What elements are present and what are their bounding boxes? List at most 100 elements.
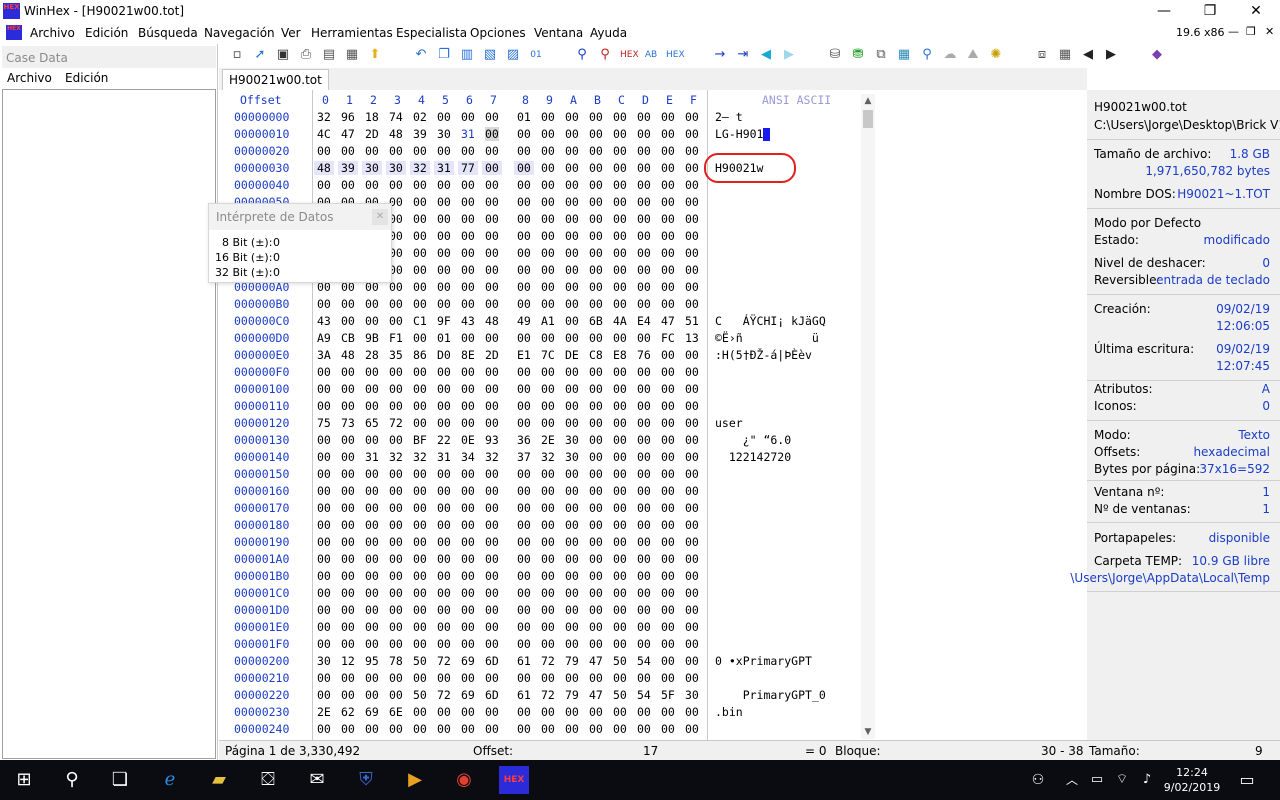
clipboard-icon[interactable]: ▨ — [505, 47, 521, 63]
disk-edit-icon[interactable]: ⛃ — [850, 47, 866, 63]
hex-byte[interactable]: 00 — [589, 263, 603, 277]
hex-byte[interactable]: 00 — [613, 603, 627, 617]
hex-byte[interactable]: 00 — [437, 518, 451, 532]
hex-byte[interactable]: 75 — [317, 416, 331, 430]
hex-byte[interactable]: 00 — [613, 195, 627, 209]
hex-byte[interactable]: 96 — [341, 110, 355, 124]
hex-byte[interactable]: 00 — [461, 144, 475, 158]
hex-byte[interactable]: 31 — [434, 161, 454, 175]
hex-byte[interactable]: 00 — [317, 484, 331, 498]
hex-byte[interactable]: 00 — [461, 195, 475, 209]
hex-byte[interactable]: 00 — [661, 450, 675, 464]
hex-byte[interactable]: CB — [341, 331, 355, 345]
hex-byte[interactable]: 00 — [637, 212, 651, 226]
battery-icon[interactable]: ▭ — [1083, 766, 1111, 794]
hex-byte[interactable]: 00 — [565, 705, 579, 719]
hex-byte[interactable]: 00 — [589, 365, 603, 379]
hex-byte[interactable]: 00 — [341, 586, 355, 600]
hex-byte[interactable]: 00 — [389, 467, 403, 481]
hex-byte[interactable]: 00 — [389, 535, 403, 549]
hex-byte[interactable]: 93 — [485, 433, 499, 447]
hex-byte[interactable]: 00 — [485, 212, 499, 226]
hex-byte[interactable]: 00 — [365, 178, 379, 192]
hex-row[interactable]: 00000200 30 12 95 78 50 72 69 6D 61 72 79 47 50 54 00 00… — [219, 654, 859, 671]
hex-editor[interactable]: Offset 0123456789ABCDEF ANSI ASCII 00000… — [219, 90, 876, 740]
hex-byte[interactable]: 00 — [317, 671, 331, 685]
hex-byte[interactable]: 00 — [461, 722, 475, 736]
mdi-close-button[interactable]: ✕ — [1265, 25, 1274, 38]
hex-byte[interactable]: 00 — [685, 195, 699, 209]
hex-byte[interactable]: 00 — [461, 467, 475, 481]
hex-byte[interactable]: 00 — [413, 178, 427, 192]
hex-byte[interactable]: 00 — [541, 297, 555, 311]
mail-icon[interactable]: ✉ — [303, 766, 331, 794]
hex-scrollbar[interactable]: ▲ ▼ — [861, 94, 875, 739]
hex-byte[interactable]: E1 — [517, 348, 531, 362]
hex-byte[interactable]: 00 — [341, 620, 355, 634]
hex-byte[interactable]: 00 — [437, 280, 451, 294]
help-icon[interactable]: ◆ — [1149, 47, 1165, 63]
hex-byte[interactable]: 00 — [365, 637, 379, 651]
hex-byte[interactable]: 72 — [437, 654, 451, 668]
hex-byte[interactable]: 00 — [485, 501, 499, 515]
hex-byte[interactable]: 00 — [541, 399, 555, 413]
hex-row[interactable]: 00000220 00 00 00 00 50 72 69 6D 61 72 79 47 50 54 5F 30… — [219, 688, 859, 705]
hex-byte[interactable]: 2E — [541, 433, 555, 447]
hex-byte[interactable]: 00 — [461, 229, 475, 243]
hex-byte[interactable]: 00 — [461, 552, 475, 566]
hex-row[interactable]: 00000210 00 00 00 00 00 00 00 00 00 00 00 00 00 00 00 00 — [219, 671, 859, 688]
scroll-thumb[interactable] — [863, 110, 873, 128]
hex-byte[interactable]: 00 — [541, 535, 555, 549]
hex-byte[interactable]: 00 — [685, 229, 699, 243]
hex-byte[interactable]: 00 — [685, 399, 699, 413]
hex-byte[interactable]: 00 — [637, 195, 651, 209]
hex-byte[interactable]: 00 — [685, 586, 699, 600]
hex-byte[interactable]: 00 — [661, 569, 675, 583]
hex-byte[interactable]: 00 — [613, 246, 627, 260]
hex-byte[interactable]: 00 — [485, 280, 499, 294]
hex-byte[interactable]: 00 — [437, 178, 451, 192]
hex-byte[interactable]: 00 — [437, 365, 451, 379]
hex-byte[interactable]: 00 — [317, 450, 331, 464]
hex-byte[interactable]: 00 — [389, 144, 403, 158]
hex-byte[interactable]: 00 — [341, 552, 355, 566]
hex-byte[interactable]: 00 — [685, 484, 699, 498]
hex-byte[interactable]: A9 — [317, 331, 331, 345]
hex-byte[interactable]: 00 — [565, 110, 579, 124]
hex-byte[interactable]: 00 — [413, 399, 427, 413]
notification-icon[interactable]: ▭ — [1233, 766, 1261, 794]
hex-byte[interactable]: 12 — [341, 654, 355, 668]
windows-start-icon[interactable]: ⊞ — [10, 766, 38, 794]
hex-byte[interactable]: 8E — [461, 348, 475, 362]
hex-byte[interactable]: 00 — [565, 314, 579, 328]
hex-byte[interactable]: 00 — [365, 382, 379, 396]
hex-byte[interactable]: 74 — [389, 110, 403, 124]
hex-byte[interactable]: 00 — [685, 671, 699, 685]
hex-byte[interactable]: 00 — [317, 144, 331, 158]
hex-byte[interactable]: 00 — [637, 416, 651, 430]
hex-byte[interactable]: 00 — [661, 280, 675, 294]
hex-byte[interactable]: 00 — [661, 671, 675, 685]
hex-byte[interactable]: 37 — [517, 450, 531, 464]
search-icon[interactable]: ⚲ — [58, 766, 86, 794]
hex-byte[interactable]: 00 — [517, 586, 531, 600]
hex-byte[interactable]: 00 — [517, 297, 531, 311]
hex-byte[interactable]: 69 — [365, 705, 379, 719]
hex-byte[interactable]: 00 — [389, 722, 403, 736]
hex-byte[interactable]: 00 — [437, 705, 451, 719]
hex-byte[interactable]: 00 — [637, 144, 651, 158]
hex-row[interactable]: 00000130 00 00 00 00 BF 22 0E 93 36 2E 30 00 00 00 00 00… — [219, 433, 859, 450]
hex-byte[interactable]: 00 — [461, 263, 475, 277]
hex-byte[interactable]: 00 — [685, 263, 699, 277]
hex-byte[interactable]: 00 — [589, 416, 603, 430]
hex-byte[interactable]: 6E — [389, 705, 403, 719]
hex-byte[interactable]: 00 — [613, 263, 627, 277]
hex-byte[interactable]: 00 — [541, 161, 555, 175]
scroll-down-icon[interactable]: ▼ — [861, 725, 875, 739]
hex-byte[interactable]: 00 — [541, 382, 555, 396]
scroll-up-icon[interactable]: ▲ — [861, 94, 875, 108]
hex-byte[interactable]: 48 — [341, 348, 355, 362]
hex-byte[interactable]: 00 — [541, 467, 555, 481]
hex-byte[interactable]: 00 — [541, 501, 555, 515]
hex-byte[interactable]: 00 — [661, 229, 675, 243]
